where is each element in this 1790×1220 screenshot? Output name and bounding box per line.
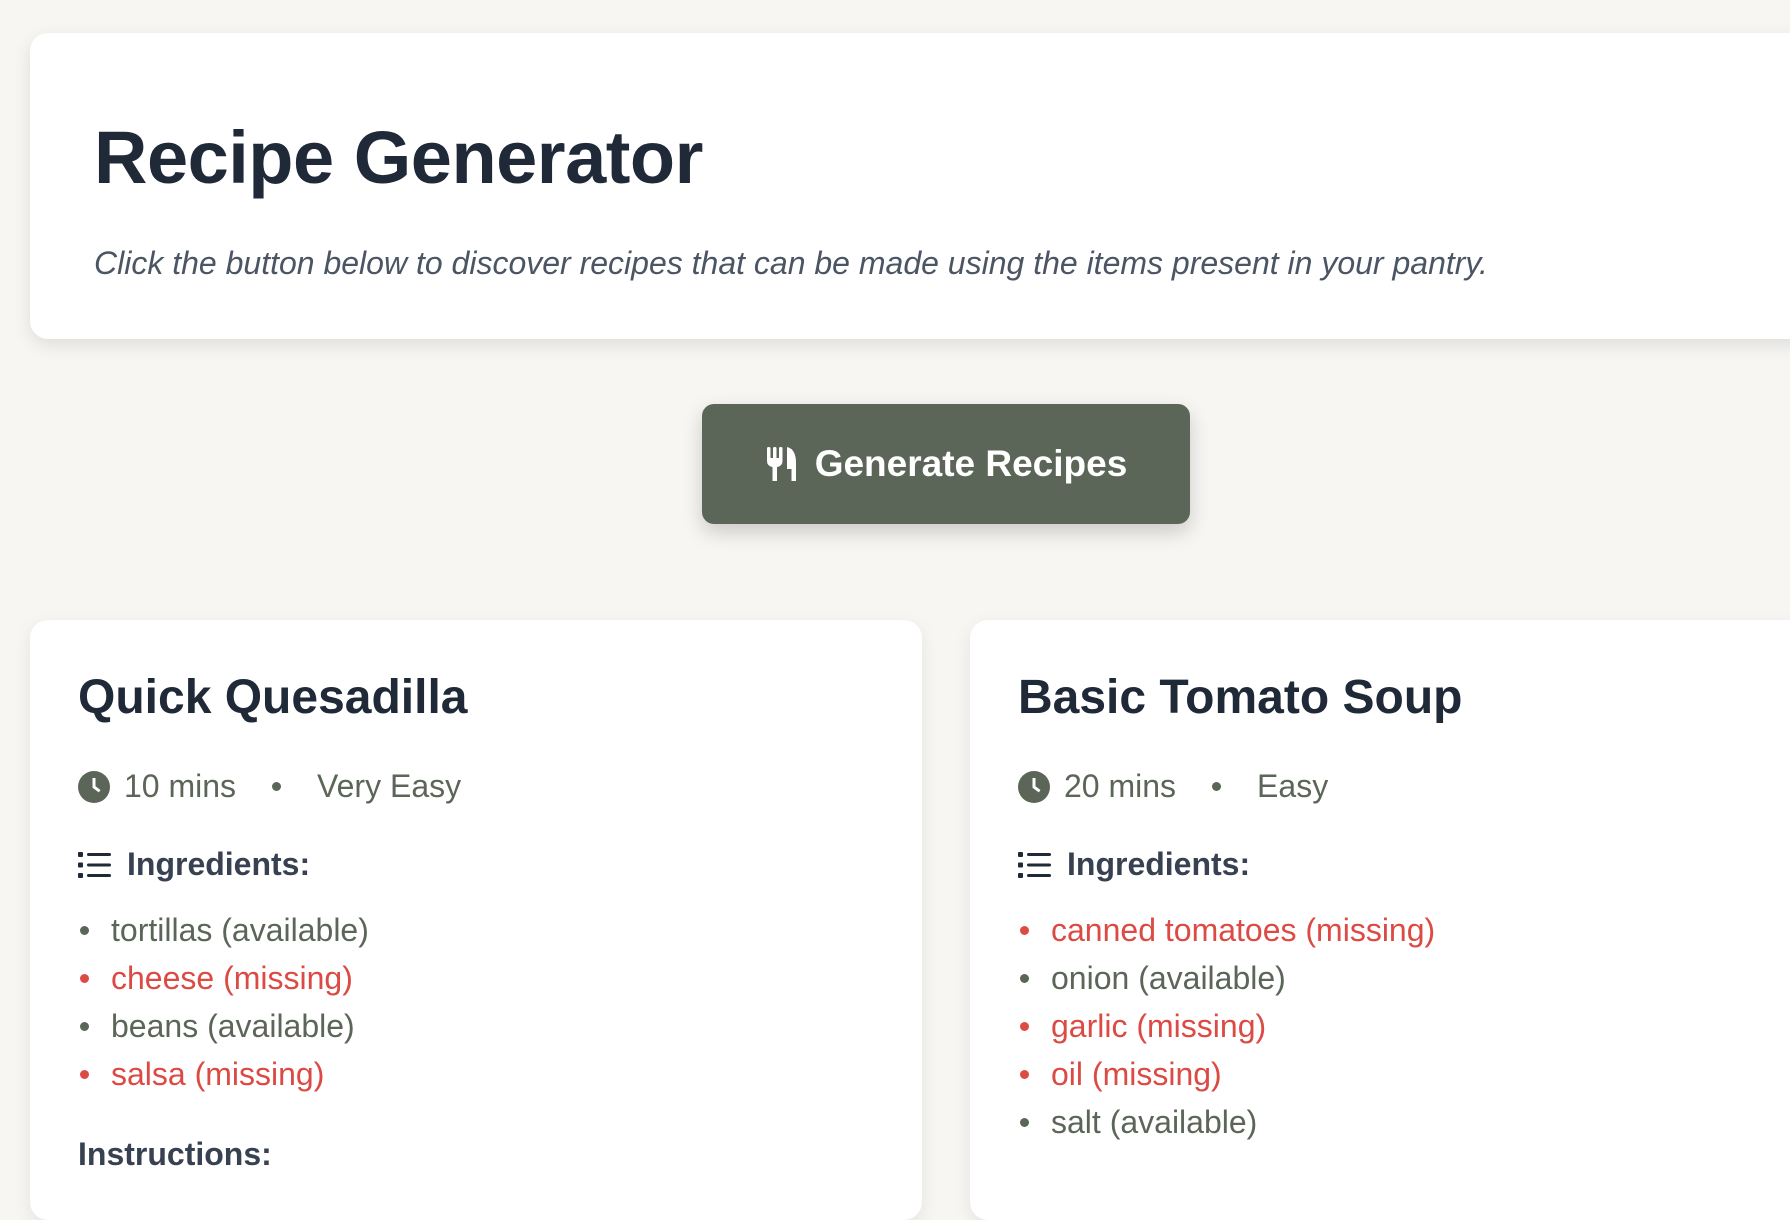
bullet [1020, 973, 1029, 983]
recipe-time: 20 mins [1064, 768, 1177, 804]
ingredient-item: cheese (missing) [78, 954, 369, 1002]
header-card: Recipe Generator Click the button below … [30, 33, 1790, 339]
recipe-title: Quick Quesadilla [78, 671, 468, 724]
ingredient-list: canned tomatoes (missing) onion (availab… [1018, 906, 1435, 1146]
page-title: Recipe Generator [94, 116, 703, 199]
clock-icon [78, 770, 110, 803]
ingredient-item: oil (missing) [1018, 1050, 1435, 1098]
bullet [1020, 1069, 1029, 1079]
ingredients-label: Ingredients: [127, 846, 311, 882]
ingredient-text: salsa (missing) [111, 1055, 325, 1092]
ingredient-text: canned tomatoes (missing) [1051, 911, 1436, 948]
recipe-difficulty: Easy [1257, 768, 1329, 804]
bullet [1020, 925, 1029, 935]
ingredient-item: salsa (missing) [78, 1050, 369, 1098]
generate-recipes-button[interactable]: Generate Recipes [702, 404, 1190, 524]
ingredient-text: cheese (missing) [111, 959, 353, 996]
ingredient-list: tortillas (available) cheese (missing) b… [78, 906, 369, 1098]
ingredient-item: salt (available) [1018, 1098, 1435, 1146]
page-subtitle: Click the button below to discover recip… [94, 245, 1488, 281]
ingredient-text: salt (available) [1051, 1103, 1258, 1140]
list-icon [1018, 851, 1051, 879]
generate-recipes-label: Generate Recipes [814, 443, 1128, 484]
ingredient-item: tortillas (available) [78, 906, 369, 954]
bullet [1020, 1117, 1029, 1127]
ingredients-heading: Ingredients: [78, 846, 310, 883]
list-icon [78, 851, 111, 879]
bullet [80, 925, 89, 935]
bullet [80, 1069, 89, 1079]
ingredients-label: Ingredients: [1067, 846, 1251, 882]
ingredient-text: garlic (missing) [1051, 1007, 1267, 1044]
ingredients-heading: Ingredients: [1018, 846, 1250, 883]
recipe-title: Basic Tomato Soup [1018, 671, 1463, 724]
ingredient-item: onion (available) [1018, 954, 1435, 1002]
instructions-heading: Instructions: [78, 1136, 272, 1173]
ingredient-item: canned tomatoes (missing) [1018, 906, 1435, 954]
bullet [1020, 1021, 1029, 1031]
ingredient-text: beans (available) [111, 1007, 355, 1044]
ingredient-text: oil (missing) [1051, 1055, 1222, 1092]
meta-separator [272, 782, 282, 791]
meta-separator [1212, 782, 1222, 791]
utensils-icon [765, 445, 799, 483]
recipe-meta: 20 mins Easy [1018, 768, 1328, 805]
bullet [80, 1021, 89, 1031]
recipe-meta: 10 mins Very Easy [78, 768, 461, 805]
recipe-card: Quick Quesadilla 10 mins Very Easy Ingre… [30, 620, 922, 1220]
recipe-difficulty: Very Easy [317, 768, 462, 804]
recipe-card: Basic Tomato Soup 20 mins Easy Ingredien… [970, 620, 1790, 1220]
ingredient-text: onion (available) [1051, 959, 1286, 996]
ingredient-text: tortillas (available) [111, 911, 369, 948]
recipe-time: 10 mins [124, 768, 237, 804]
ingredient-item: garlic (missing) [1018, 1002, 1435, 1050]
ingredient-item: beans (available) [78, 1002, 369, 1050]
bullet [80, 973, 89, 983]
clock-icon [1018, 770, 1050, 803]
instructions-label: Instructions: [78, 1136, 272, 1172]
